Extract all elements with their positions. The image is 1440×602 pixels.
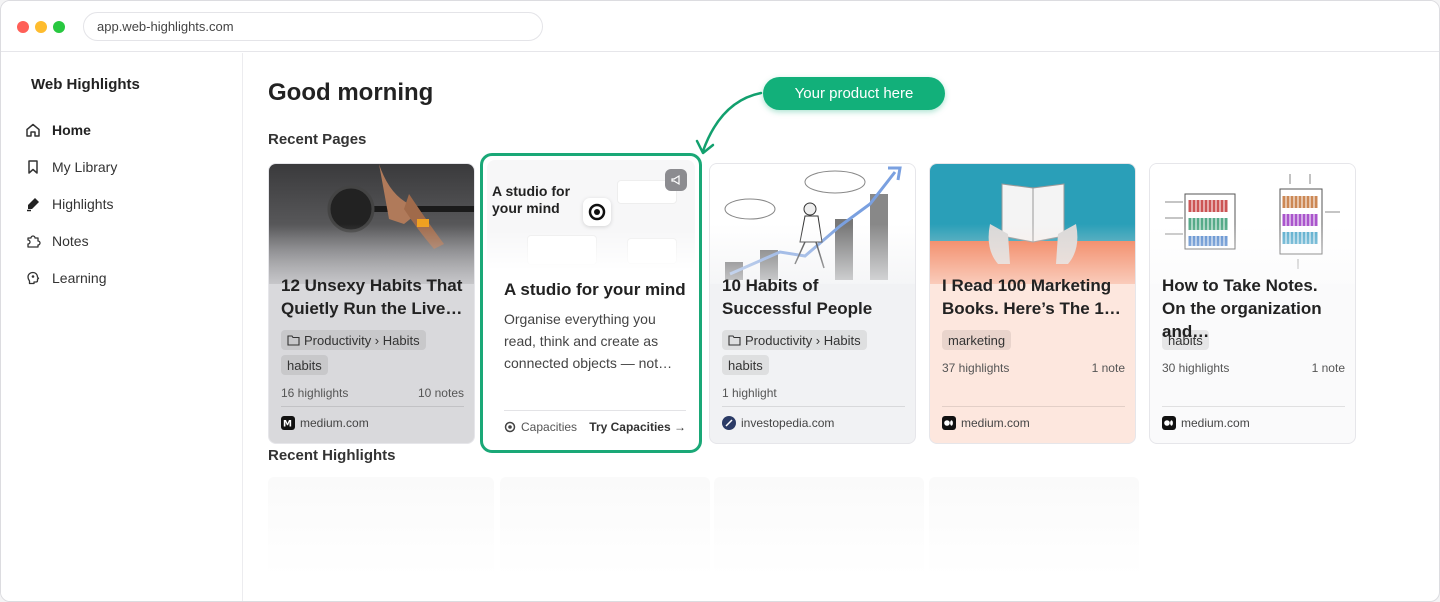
note-count: 1 note [1311,361,1345,375]
highlight-placeholder [714,477,924,577]
highlight-count: 1 highlight [722,386,777,400]
promo-image: A studio for your mind [487,160,695,270]
page-card-stats: 37 highlights 1 note [942,361,1125,375]
medium-icon [1162,416,1176,430]
recent-highlights-heading: Recent Highlights [268,447,396,464]
highlight-placeholder [500,477,710,577]
note-count: 10 notes [417,386,464,400]
note-count: 1 note [1091,361,1125,375]
sidebar-item-label: Notes [52,233,89,249]
folder-icon [728,335,741,346]
sidebar-item-label: Highlights [52,196,114,212]
page-card[interactable]: How to Take Notes. On the organization a… [1149,163,1356,444]
page-source[interactable]: investopedia.com [722,416,834,430]
sidebar-item-learning[interactable]: Learning [23,263,223,293]
page-card-stats: 16 highlights 10 notes [281,386,464,400]
highlighter-icon [23,194,43,214]
highlight-placeholder [268,477,494,577]
sidebar-item-label: My Library [52,159,118,175]
page-card[interactable]: 12 Unsexy Habits That Quietly Run the Li… [268,163,475,444]
capacities-logo-icon [583,198,611,226]
maximize-window-button[interactable] [53,21,65,33]
megaphone-icon [665,169,687,191]
svg-text:M: M [283,420,292,428]
bookmark-icon [23,157,43,177]
page-card-stats: 1 highlight [722,386,905,400]
curved-arrow-icon [695,91,763,155]
browser-window: app.web-highlights.com Web Highlights Ho… [0,0,1440,602]
folder-tag[interactable]: Productivity › Habits [281,330,426,350]
tag-list: Productivity › Habits habits [722,330,912,375]
sidebar-item-home[interactable]: Home [23,115,223,145]
page-card[interactable]: 10 Habits of Successful People Productiv… [709,163,916,444]
brain-icon [23,268,43,288]
promo-description: Organise everything you read, think and … [504,311,673,371]
highlight-count: 16 highlights [281,386,349,400]
highlight-placeholder [929,477,1139,577]
minimize-window-button[interactable] [35,21,47,33]
capacities-icon [504,421,516,433]
tag-chip[interactable]: habits [281,355,328,375]
tag-chip[interactable]: marketing [942,330,1012,350]
page-card[interactable]: I Read 100 Marketing Books. Here’s The 1… [929,163,1136,444]
main-content: Good morning Recent Pages 12 Unsexy Habi… [244,53,1439,601]
folder-tag[interactable]: Productivity › Habits [722,330,867,350]
page-card-title: 12 Unsexy Habits That Quietly Run the Li… [281,276,463,318]
app-brand: Web Highlights [31,76,140,93]
tag-list: Productivity › Habits habits [281,330,471,375]
medium-icon [942,416,956,430]
title-bar: app.web-highlights.com [1,1,1439,52]
tag-list: marketing [942,330,1132,350]
try-capacities-link[interactable]: Try Capacities → [589,420,686,434]
page-card-title: 10 Habits of Successful People [722,276,873,318]
recent-pages-heading: Recent Pages [268,131,367,148]
page-title: Good morning [268,79,434,106]
folder-icon [287,335,300,346]
your-product-here-badge: Your product here [763,77,945,110]
promo-brand: Capacities [504,420,577,434]
sidebar-item-highlights[interactable]: Highlights [23,189,223,219]
sidebar-item-notes[interactable]: Notes [23,226,223,256]
page-card-title: I Read 100 Marketing Books. Here’s The 1… [942,276,1121,318]
sponsored-card[interactable]: A studio for your mind A studio for your… [480,153,702,453]
tag-list: habits [1162,330,1352,350]
close-window-button[interactable] [17,21,29,33]
page-source[interactable]: M medium.com [281,416,369,430]
home-icon [23,120,43,140]
puzzle-icon [23,231,43,251]
tag-chip[interactable]: habits [1162,330,1209,350]
highlight-count: 37 highlights [942,361,1010,375]
sidebar-item-my-library[interactable]: My Library [23,152,223,182]
page-source[interactable]: medium.com [1162,416,1250,430]
sidebar-item-label: Learning [52,270,107,286]
tag-chip[interactable]: habits [722,355,769,375]
address-bar[interactable]: app.web-highlights.com [83,12,543,41]
page-source[interactable]: medium.com [942,416,1030,430]
highlight-count: 30 highlights [1162,361,1230,375]
sidebar-item-label: Home [52,122,91,138]
medium-icon: M [281,416,295,430]
promo-title: A studio for your mind [504,280,686,299]
page-card-stats: 30 highlights 1 note [1162,361,1345,375]
investopedia-icon [722,416,736,430]
sidebar: Web Highlights Home My Library Highlight… [1,53,243,601]
